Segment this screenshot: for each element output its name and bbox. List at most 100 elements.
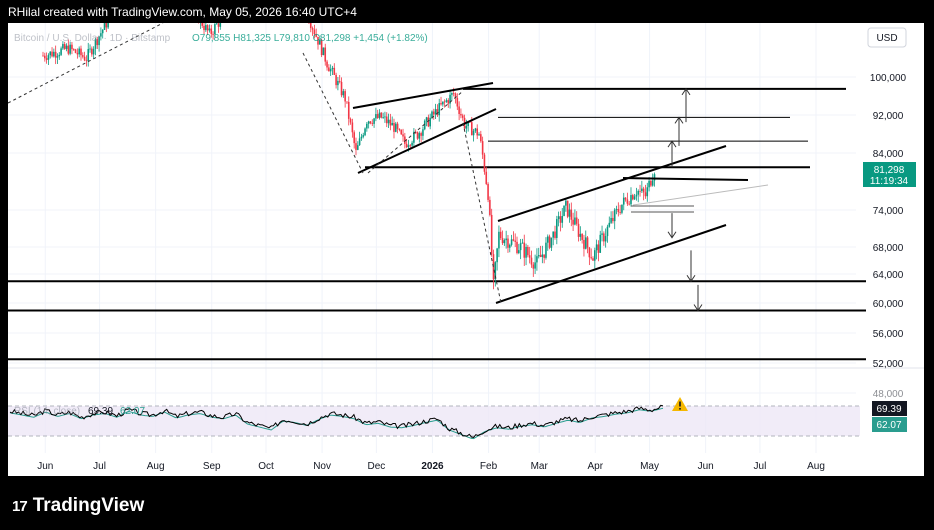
candle-body — [601, 233, 603, 235]
candle-body — [597, 244, 600, 253]
candle-body — [579, 233, 582, 237]
candle-body — [528, 255, 531, 258]
candle-body — [527, 246, 529, 256]
candle-body — [505, 238, 507, 241]
candle-body — [512, 239, 515, 241]
candle-body — [561, 216, 564, 223]
candle-body — [630, 195, 632, 205]
rsi-value-badge-text: 69.39 — [876, 404, 901, 415]
candle-body — [650, 180, 652, 186]
candle-body — [438, 103, 441, 116]
candle-body — [508, 244, 511, 248]
candle-body — [622, 197, 625, 205]
ohlc-legend: O79,855 H81,325 L79,810 C81,298 +1,454 (… — [192, 33, 428, 44]
candle-body — [329, 69, 332, 72]
time-tick-label: Aug — [147, 461, 165, 472]
candle-body — [530, 257, 533, 265]
candle-body — [565, 200, 567, 206]
candle-body — [393, 122, 395, 132]
candle-body — [498, 231, 500, 249]
candle-body — [376, 114, 379, 118]
symbol-legend[interactable]: Bitcoin / U.S. Dollar · 1D · Bitstamp — [14, 33, 171, 44]
candle-body — [76, 52, 79, 55]
screenshot-frame: RHilal created with TradingView.com, May… — [0, 0, 934, 530]
candle-body — [366, 123, 368, 129]
candle-body — [521, 242, 524, 244]
rsi-legend-label[interactable]: RSI (14, close) — [14, 406, 80, 417]
candle-body — [651, 180, 654, 186]
candle-body — [338, 80, 341, 82]
candle-body — [60, 48, 62, 55]
candle-body — [604, 236, 607, 242]
candle-body — [219, 23, 222, 27]
candle-body — [470, 122, 473, 136]
candle-body — [42, 55, 44, 57]
candle-body — [367, 121, 370, 124]
candle-body — [545, 242, 547, 258]
candle-body — [51, 51, 53, 57]
projection-arrows — [667, 87, 703, 312]
candle-body — [80, 48, 82, 56]
candle-body — [389, 119, 392, 126]
candle-body — [429, 117, 431, 127]
candle-body — [346, 101, 348, 103]
candle-body — [364, 128, 366, 136]
tradingview-logo[interactable]: 17 TradingView — [12, 495, 144, 516]
rsi-ma-badge-text: 62.07 — [876, 420, 901, 431]
candle-body — [519, 243, 522, 251]
candle-body — [572, 219, 574, 225]
candle-body — [440, 103, 442, 105]
trendline — [302, 52, 364, 174]
candle-body — [566, 200, 569, 217]
time-tick-label: Jul — [93, 461, 106, 472]
price-tick-label: 60,000 — [873, 299, 904, 310]
candle-body — [362, 135, 365, 137]
candle-body — [380, 112, 383, 118]
time-axis[interactable]: Jun Jul Aug Sep Oct Nov Dec 2026 Feb Mar Apr May Jun… — [37, 461, 825, 472]
candle-body — [608, 222, 611, 227]
candle-body — [54, 51, 57, 58]
price-chart[interactable]: 100,000 92,000 84,000 74,000 68,000 64,000 60,… — [8, 23, 924, 476]
candle-body — [554, 231, 556, 238]
candle-body — [584, 237, 587, 249]
candle-body — [653, 174, 656, 181]
candle-body — [603, 233, 605, 242]
candle-body — [342, 91, 345, 96]
candle-body — [205, 25, 207, 31]
time-tick-label: Aug — [807, 461, 825, 472]
candle-body — [215, 23, 218, 25]
candle-body — [621, 204, 623, 213]
price-axis[interactable]: 100,000 92,000 84,000 74,000 68,000 64,000 60,… — [870, 73, 907, 400]
candle-body — [624, 197, 627, 200]
candle-body — [63, 44, 66, 49]
price-tick-label: 52,000 — [873, 359, 904, 370]
candle-body — [49, 51, 52, 56]
chart-area[interactable]: 100,000 92,000 84,000 74,000 68,000 64,000 60,… — [8, 23, 924, 476]
candle-body — [610, 217, 612, 223]
candle-body — [472, 130, 475, 136]
price-tick-label: 64,000 — [873, 270, 904, 281]
candle-body — [208, 28, 211, 31]
candle-body — [103, 23, 106, 30]
price-tick-label: 68,000 — [873, 243, 904, 254]
candle-body — [328, 67, 330, 72]
candle-body — [478, 134, 480, 136]
candle-body — [91, 48, 93, 55]
time-tick-label: Mar — [531, 461, 549, 472]
candle-body — [311, 28, 314, 30]
price-tick-label: 92,000 — [873, 111, 904, 122]
candle-body — [476, 128, 479, 136]
candle-body — [632, 195, 634, 200]
candle-body — [107, 23, 109, 28]
candle-body — [550, 237, 553, 248]
warning-icon[interactable] — [672, 397, 688, 411]
candle-body — [458, 106, 460, 115]
candle-body — [595, 244, 598, 251]
candle-body — [489, 199, 491, 215]
candle-body — [574, 217, 576, 225]
candle-body — [644, 192, 647, 197]
candle-body — [384, 116, 386, 118]
candle-body — [619, 212, 621, 213]
candle-body — [375, 114, 377, 119]
candle-body — [92, 48, 95, 55]
